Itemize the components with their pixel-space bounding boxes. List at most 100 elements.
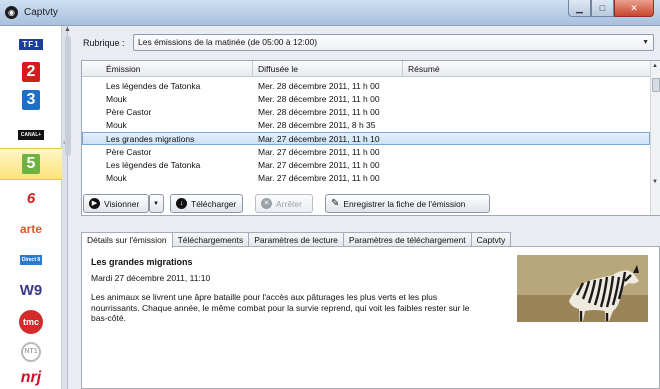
visionner-button[interactable]: ▶ Visionner (83, 194, 149, 213)
scroll-up-arrow-icon[interactable]: ▲ (64, 26, 71, 33)
cell-emission: Mouk (106, 120, 127, 130)
scrollbar-thumb[interactable] (65, 36, 71, 156)
table-row[interactable]: Les légendes de Tatonka Mer. 28 décembre… (82, 80, 650, 92)
cell-date: Mer. 28 décembre 2011, 11 h 00 (258, 107, 380, 117)
download-icon: ↓ (176, 198, 187, 209)
visionner-dropdown[interactable]: ▼ (149, 194, 164, 213)
table-row-selected[interactable]: Les grandes migrations Mar. 27 décembre … (82, 132, 650, 145)
table-row[interactable]: Mouk Mer. 28 décembre 2011, 8 h 35 (82, 119, 650, 131)
arreter-label: Arrêter (276, 198, 302, 209)
title-bar: ◉ Captvty ▁ □ ✕ (0, 0, 660, 26)
details-title: Les grandes migrations (91, 257, 193, 267)
cell-emission: Père Castor (106, 107, 152, 117)
cell-date: Mar. 27 décembre 2011, 11 h 00 (258, 173, 380, 183)
table-header: Émission Diffusée le Résumé (82, 61, 660, 77)
rubrique-value: Les émissions de la matinée (de 05:00 à … (138, 37, 318, 47)
cell-emission: Les grandes migrations (106, 134, 195, 144)
channel-label: Direct 8 (19, 255, 43, 265)
tab-details[interactable]: Détails sur l'émission (81, 232, 173, 248)
channel-tf1[interactable]: TF1 (0, 30, 62, 58)
channel-arte[interactable]: arte (0, 215, 62, 243)
table-row[interactable]: Mouk Mer. 28 décembre 2011, 11 h 00 (82, 93, 650, 105)
channel-direct8[interactable]: Direct 8 (0, 246, 62, 274)
cell-emission: Les légendes de Tatonka (106, 81, 201, 91)
table-row[interactable]: Les légendes de Tatonka Mar. 27 décembre… (82, 159, 650, 171)
channel-m6[interactable]: 6 (0, 184, 62, 212)
scroll-down-arrow-icon[interactable]: ▼ (652, 179, 658, 185)
channel-label: W9 (19, 281, 43, 299)
scrollbar-thumb[interactable] (652, 78, 660, 92)
column-header-date[interactable]: Diffusée le (258, 64, 298, 74)
cell-date: Mer. 28 décembre 2011, 11 h 00 (258, 81, 380, 91)
enregistrer-fiche-button[interactable]: ✎ Enregistrer la fiche de l'émission (325, 194, 490, 213)
chevron-down-icon: ▼ (153, 200, 159, 207)
cell-date: Mar. 27 décembre 2011, 11 h 00 (258, 160, 380, 170)
channel-label: 6 (26, 189, 36, 207)
visionner-label: Visionner (104, 198, 140, 209)
table-scrollbar[interactable]: ▲ ▼ (650, 61, 660, 215)
channel-nt1[interactable]: NT1 (0, 338, 62, 366)
column-header-emission[interactable]: Émission (106, 64, 140, 74)
channel-label: 2 (22, 62, 40, 82)
window-title: Captvty (24, 7, 58, 18)
scroll-up-arrow-icon[interactable]: ▲ (652, 63, 658, 69)
stop-icon: ✕ (261, 198, 272, 209)
tab-captvty[interactable]: Captvty (470, 232, 512, 247)
close-button[interactable]: ✕ (614, 0, 654, 17)
rubrique-select[interactable]: Les émissions de la matinée (de 05:00 à … (133, 34, 654, 51)
cell-date: Mar. 27 décembre 2011, 11 h 10 (258, 134, 380, 144)
channel-nrj12[interactable]: nrj (0, 364, 62, 389)
table-row[interactable]: Père Castor Mer. 28 décembre 2011, 11 h … (82, 106, 650, 118)
channel-label: arte (19, 222, 42, 236)
cell-date: Mar. 27 décembre 2011, 11 h 00 (258, 147, 380, 157)
channel-canalplus[interactable]: CANAL+ (0, 121, 62, 149)
channel-label: TF1 (19, 38, 43, 50)
cell-date: Mer. 28 décembre 2011, 11 h 00 (258, 94, 380, 104)
channel-scrollbar[interactable]: ▲ (64, 26, 72, 375)
details-summary: Les animaux se livrent une âpre bataille… (91, 292, 470, 323)
table-row[interactable]: Mouk Mar. 27 décembre 2011, 11 h 00 (82, 172, 650, 184)
channel-label: 3 (22, 90, 40, 110)
column-divider[interactable] (252, 61, 253, 77)
channel-list: TF1 2 3 CANAL+ 5 6 arte Direct 8 W9 tmc … (0, 26, 62, 389)
column-header-resume[interactable]: Résumé (408, 64, 440, 74)
arreter-button[interactable]: ✕ Arrêter (255, 194, 313, 213)
channel-label: NT1 (21, 342, 41, 362)
channel-label: CANAL+ (17, 130, 45, 140)
telecharger-label: Télécharger (191, 198, 237, 209)
pencil-icon: ✎ (331, 198, 340, 209)
cell-emission: Mouk (106, 94, 127, 104)
minimize-button[interactable]: ▁ (568, 0, 591, 17)
channel-france5[interactable]: 5 (0, 148, 62, 180)
main-panel: Rubrique : Les émissions de la matinée (… (75, 26, 660, 389)
emission-thumbnail (517, 255, 648, 322)
play-icon: ▶ (89, 198, 100, 209)
cell-emission: Père Castor (106, 147, 152, 157)
tab-telechargements[interactable]: Téléchargements (171, 232, 250, 247)
maximize-button[interactable]: □ (591, 0, 614, 17)
cell-date: Mer. 28 décembre 2011, 8 h 35 (258, 120, 376, 130)
channel-label: 5 (22, 154, 40, 174)
app-icon: ◉ (5, 6, 18, 19)
details-panel: Les grandes migrations Mardi 27 décembre… (81, 246, 660, 389)
tab-parametres-telechargement[interactable]: Paramètres de téléchargement (342, 232, 472, 247)
column-divider[interactable] (402, 61, 403, 77)
chevron-down-icon: ▼ (642, 39, 649, 46)
table-row[interactable]: Père Castor Mar. 27 décembre 2011, 11 h … (82, 146, 650, 158)
details-date: Mardi 27 décembre 2011, 11:10 (91, 273, 211, 283)
emissions-table: Émission Diffusée le Résumé Les légendes… (81, 60, 660, 216)
channel-label: tmc (19, 310, 43, 334)
rubrique-label: Rubrique : (83, 38, 125, 48)
zebra-image (517, 255, 648, 322)
tab-parametres-lecture[interactable]: Paramètres de lecture (248, 232, 344, 247)
channel-france3[interactable]: 3 (0, 86, 62, 114)
channel-france2[interactable]: 2 (0, 58, 62, 86)
channel-label: nrj (20, 369, 42, 386)
cell-emission: Mouk (106, 173, 127, 183)
cell-emission: Les légendes de Tatonka (106, 160, 201, 170)
channel-w9[interactable]: W9 (0, 276, 62, 304)
window-controls: ▁ □ ✕ (568, 0, 654, 17)
channel-tmc[interactable]: tmc (0, 308, 62, 336)
details-tabs: Détails sur l'émission Téléchargements P… (81, 232, 512, 248)
telecharger-button[interactable]: ↓ Télécharger (170, 194, 243, 213)
